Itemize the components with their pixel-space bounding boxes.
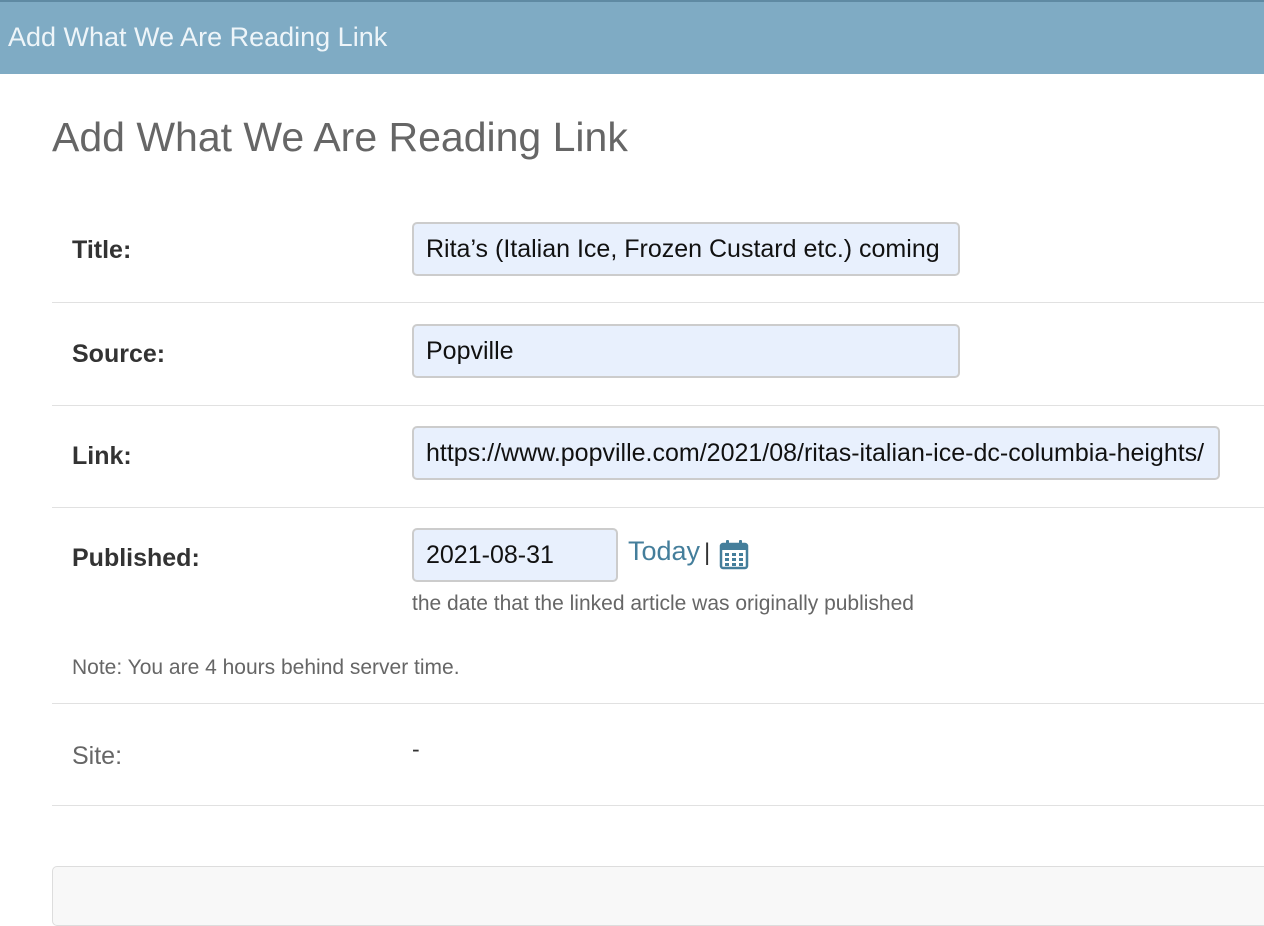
page-title: Add What We Are Reading Link xyxy=(52,114,628,160)
published-label: Published: xyxy=(72,544,200,572)
published-date-input[interactable] xyxy=(412,528,618,582)
form-row-published: Published: Today | the date that the lin… xyxy=(52,508,1264,704)
site-label: Site: xyxy=(72,742,123,770)
form-row-link: Link: xyxy=(52,406,1264,508)
calendar-icon[interactable] xyxy=(718,538,750,570)
title-input[interactable] xyxy=(412,222,960,276)
today-link[interactable]: Today xyxy=(628,536,700,567)
source-input[interactable] xyxy=(412,324,960,378)
source-label: Source: xyxy=(72,340,166,368)
published-help-text: the date that the linked article was ori… xyxy=(412,592,914,615)
form-row-site: Site: - xyxy=(52,704,1264,806)
timezone-note: Note: You are 4 hours behind server time… xyxy=(72,656,460,679)
today-calendar-separator: | xyxy=(704,539,711,566)
form-row-source: Source: xyxy=(52,303,1264,406)
site-value: - xyxy=(412,736,420,762)
header-title: Add What We Are Reading Link xyxy=(8,22,388,52)
link-label: Link: xyxy=(72,442,132,470)
link-input[interactable] xyxy=(412,426,1220,480)
title-label: Title: xyxy=(72,236,132,264)
form-row-title: Title: xyxy=(52,200,1264,303)
header-bar: Add What We Are Reading Link xyxy=(0,0,1264,74)
submit-row xyxy=(52,866,1264,926)
